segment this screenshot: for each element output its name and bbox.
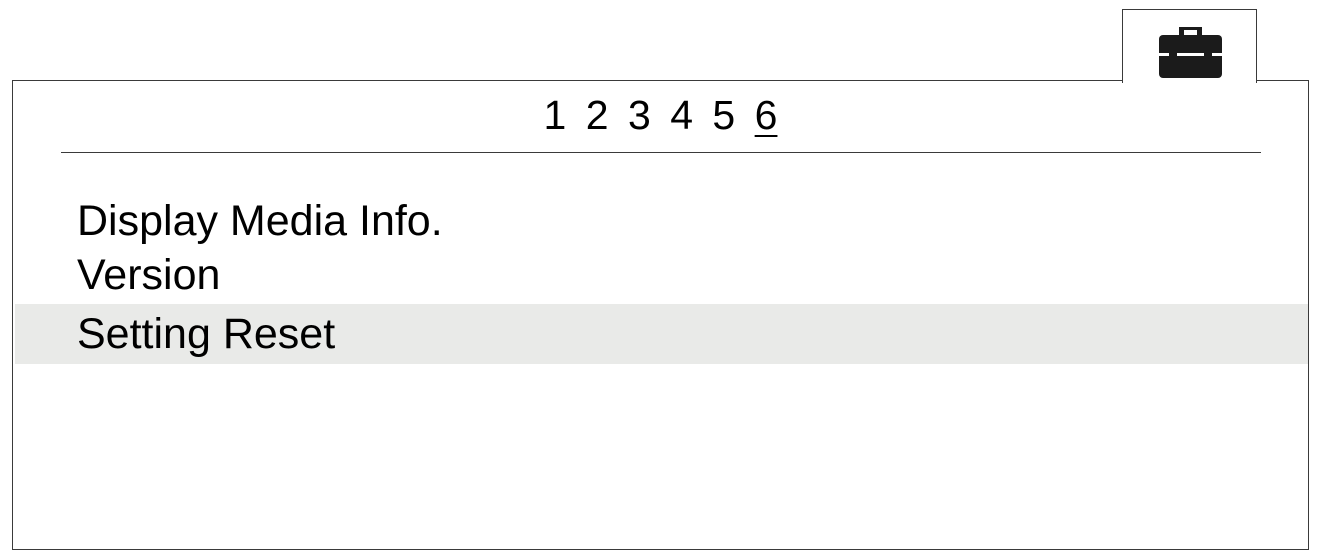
setup-menu-tab[interactable] (1122, 9, 1257, 83)
page-number-3[interactable]: 3 (628, 91, 651, 139)
page-number-5[interactable]: 5 (712, 91, 735, 139)
setup-menu-panel: 1 2 3 4 5 6 Display Media Info. Version … (12, 80, 1309, 550)
page-number-1[interactable]: 1 (544, 91, 567, 139)
toolbox-icon (1159, 27, 1222, 78)
page-number-2[interactable]: 2 (586, 91, 609, 139)
divider (61, 152, 1261, 153)
page-indicator: 1 2 3 4 5 6 (13, 91, 1308, 139)
menu-item-setting-reset[interactable]: Setting Reset (15, 304, 1308, 364)
menu-list: Display Media Info. Version Setting Rese… (15, 194, 1308, 364)
menu-item-display-media-info[interactable]: Display Media Info. (15, 194, 1308, 248)
menu-item-version[interactable]: Version (15, 248, 1308, 302)
page-number-4[interactable]: 4 (670, 91, 693, 139)
page-number-6-current[interactable]: 6 (755, 91, 778, 139)
